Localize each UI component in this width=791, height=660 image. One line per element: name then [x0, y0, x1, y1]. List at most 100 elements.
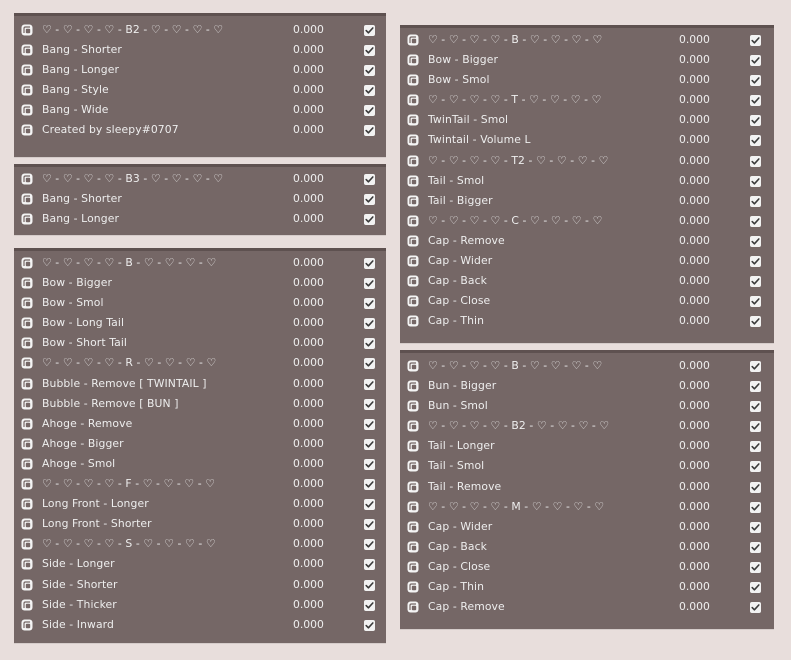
mute-checkbox[interactable] — [750, 541, 761, 553]
mute-checkbox[interactable] — [750, 155, 761, 167]
shape-key-value-field[interactable]: 0.000 — [679, 30, 710, 50]
shape-key-name[interactable]: ♡ - ♡ - ♡ - ♡ - B2 - ♡ - ♡ - ♡ - ♡ — [428, 416, 609, 436]
mute-checkbox[interactable] — [750, 561, 761, 573]
mute-checkbox[interactable] — [364, 258, 375, 269]
shape-key-row[interactable]: ♡ - ♡ - ♡ - ♡ - R - ♡ - ♡ - ♡ - ♡ 0.000 — [14, 353, 386, 373]
shape-key-row[interactable]: Created by sleepy#0707 0.000 — [14, 120, 386, 140]
shape-key-row[interactable]: Bow - Bigger 0.000 — [14, 273, 386, 293]
mute-checkbox[interactable] — [750, 296, 761, 308]
mute-checkbox[interactable] — [750, 276, 761, 288]
shape-key-value-field[interactable]: 0.000 — [679, 396, 710, 416]
shape-key-value-field[interactable]: 0.000 — [679, 151, 710, 171]
mute-checkbox[interactable] — [364, 418, 375, 430]
shape-key-row[interactable]: Side - Longer 0.000 — [14, 554, 386, 574]
shape-key-row[interactable]: Cap - Remove 0.000 — [400, 597, 774, 617]
shape-key-value-field[interactable]: 0.000 — [293, 374, 324, 394]
shape-key-row[interactable]: ♡ - ♡ - ♡ - ♡ - B3 - ♡ - ♡ - ♡ - ♡ 0.000 — [14, 169, 386, 189]
shape-key-name[interactable]: Bow - Smol — [428, 70, 490, 90]
mute-checkbox[interactable] — [364, 318, 375, 330]
shape-key-name[interactable]: ♡ - ♡ - ♡ - ♡ - F - ♡ - ♡ - ♡ - ♡ — [42, 474, 215, 494]
shape-key-row[interactable]: Bang - Wide 0.000 — [14, 100, 386, 120]
shape-key-row[interactable]: Tail - Smol 0.000 — [400, 171, 774, 191]
shape-key-name[interactable]: Bun - Smol — [428, 396, 488, 416]
shape-key-value-field[interactable]: 0.000 — [293, 554, 324, 574]
shape-key-row[interactable]: Cap - Wider 0.000 — [400, 517, 774, 537]
shape-key-row[interactable]: ♡ - ♡ - ♡ - ♡ - T - ♡ - ♡ - ♡ - ♡ 0.000 — [400, 90, 774, 110]
shape-key-value-field[interactable]: 0.000 — [679, 171, 710, 191]
mute-checkbox[interactable] — [364, 539, 375, 551]
mute-checkbox[interactable] — [750, 521, 761, 533]
shape-key-name[interactable]: ♡ - ♡ - ♡ - ♡ - M - ♡ - ♡ - ♡ - ♡ — [428, 497, 604, 517]
shape-key-name[interactable]: Ahoge - Smol — [42, 454, 115, 474]
shape-key-row[interactable]: Ahoge - Smol 0.000 — [14, 454, 386, 474]
shape-key-row[interactable]: Cap - Thin 0.000 — [400, 311, 774, 331]
shape-key-name[interactable]: Bubble - Remove [ TWINTAIL ] — [42, 374, 207, 394]
shape-key-name[interactable]: ♡ - ♡ - ♡ - ♡ - T - ♡ - ♡ - ♡ - ♡ — [428, 90, 601, 110]
shape-key-value-field[interactable]: 0.000 — [679, 517, 710, 537]
shape-key-row[interactable]: ♡ - ♡ - ♡ - ♡ - B - ♡ - ♡ - ♡ - ♡ 0.000 — [14, 253, 386, 273]
shape-key-value-field[interactable]: 0.000 — [679, 577, 710, 597]
shape-key-row[interactable]: Bow - Short Tail 0.000 — [14, 333, 386, 353]
shape-key-name[interactable]: ♡ - ♡ - ♡ - ♡ - R - ♡ - ♡ - ♡ - ♡ — [42, 353, 216, 373]
mute-checkbox[interactable] — [364, 579, 375, 591]
shape-key-name[interactable]: Tail - Smol — [428, 171, 484, 191]
shape-key-value-field[interactable]: 0.000 — [679, 231, 710, 251]
shape-key-value-field[interactable]: 0.000 — [293, 595, 324, 615]
mute-checkbox[interactable] — [750, 95, 761, 107]
shape-key-row[interactable]: Long Front - Longer 0.000 — [14, 494, 386, 514]
shape-key-value-field[interactable]: 0.000 — [679, 50, 710, 70]
mute-checkbox[interactable] — [364, 125, 375, 137]
shape-key-name[interactable]: ♡ - ♡ - ♡ - ♡ - B - ♡ - ♡ - ♡ - ♡ — [42, 253, 216, 273]
shape-key-row[interactable]: Tail - Longer 0.000 — [400, 436, 774, 456]
mute-checkbox[interactable] — [364, 599, 375, 611]
mute-checkbox[interactable] — [750, 381, 761, 393]
shape-key-name[interactable]: Bang - Shorter — [42, 189, 122, 209]
shape-key-row[interactable]: ♡ - ♡ - ♡ - ♡ - F - ♡ - ♡ - ♡ - ♡ 0.000 — [14, 474, 386, 494]
shape-key-row[interactable]: Long Front - Shorter 0.000 — [14, 514, 386, 534]
shape-key-row[interactable]: ♡ - ♡ - ♡ - ♡ - B2 - ♡ - ♡ - ♡ - ♡ 0.000 — [14, 20, 386, 40]
shape-key-name[interactable]: Bang - Longer — [42, 209, 119, 229]
shape-key-value-field[interactable]: 0.000 — [293, 514, 324, 534]
shape-key-row[interactable]: Cap - Thin 0.000 — [400, 577, 774, 597]
shape-key-row[interactable]: Side - Thicker 0.000 — [14, 595, 386, 615]
shape-key-name[interactable]: Bow - Bigger — [42, 273, 112, 293]
shape-key-name[interactable]: Long Front - Shorter — [42, 514, 152, 534]
mute-checkbox[interactable] — [750, 316, 761, 328]
shape-key-value-field[interactable]: 0.000 — [679, 110, 710, 130]
shape-key-name[interactable]: Twintail - Volume L — [428, 130, 531, 150]
mute-checkbox[interactable] — [364, 378, 375, 390]
mute-checkbox[interactable] — [750, 421, 761, 433]
shape-key-row[interactable]: Bang - Style 0.000 — [14, 80, 386, 100]
shape-key-row[interactable]: Ahoge - Remove 0.000 — [14, 414, 386, 434]
mute-checkbox[interactable] — [750, 481, 761, 493]
shape-key-row[interactable]: Bang - Longer 0.000 — [14, 209, 386, 229]
mute-checkbox[interactable] — [364, 174, 375, 185]
shape-key-value-field[interactable]: 0.000 — [679, 477, 710, 497]
shape-key-value-field[interactable]: 0.000 — [293, 494, 324, 514]
shape-key-name[interactable]: Bow - Smol — [42, 293, 104, 313]
mute-checkbox[interactable] — [750, 35, 761, 46]
shape-key-value-field[interactable]: 0.000 — [293, 434, 324, 454]
mute-checkbox[interactable] — [364, 458, 375, 470]
shape-key-value-field[interactable]: 0.000 — [293, 293, 324, 313]
mute-checkbox[interactable] — [364, 85, 375, 97]
shape-key-name[interactable]: Bubble - Remove [ BUN ] — [42, 394, 179, 414]
shape-key-row[interactable]: Ahoge - Bigger 0.000 — [14, 434, 386, 454]
shape-key-value-field[interactable]: 0.000 — [679, 291, 710, 311]
shape-key-name[interactable]: Tail - Bigger — [428, 191, 493, 211]
shape-key-name[interactable]: Cap - Remove — [428, 597, 505, 617]
mute-checkbox[interactable] — [750, 361, 761, 372]
shape-key-name[interactable]: Cap - Back — [428, 271, 487, 291]
shape-key-value-field[interactable]: 0.000 — [293, 209, 324, 229]
shape-key-name[interactable]: ♡ - ♡ - ♡ - ♡ - B2 - ♡ - ♡ - ♡ - ♡ — [42, 20, 223, 40]
shape-key-value-field[interactable]: 0.000 — [293, 575, 324, 595]
shape-key-name[interactable]: Long Front - Longer — [42, 494, 149, 514]
shape-key-value-field[interactable]: 0.000 — [293, 100, 324, 120]
shape-key-row[interactable]: Twintail - Volume L 0.000 — [400, 130, 774, 150]
shape-key-value-field[interactable]: 0.000 — [293, 474, 324, 494]
shape-key-value-field[interactable]: 0.000 — [293, 353, 324, 373]
shape-key-name[interactable]: Ahoge - Bigger — [42, 434, 124, 454]
shape-key-row[interactable]: ♡ - ♡ - ♡ - ♡ - T2 - ♡ - ♡ - ♡ - ♡ 0.000 — [400, 151, 774, 171]
shape-key-value-field[interactable]: 0.000 — [293, 253, 324, 273]
shape-key-value-field[interactable]: 0.000 — [293, 273, 324, 293]
